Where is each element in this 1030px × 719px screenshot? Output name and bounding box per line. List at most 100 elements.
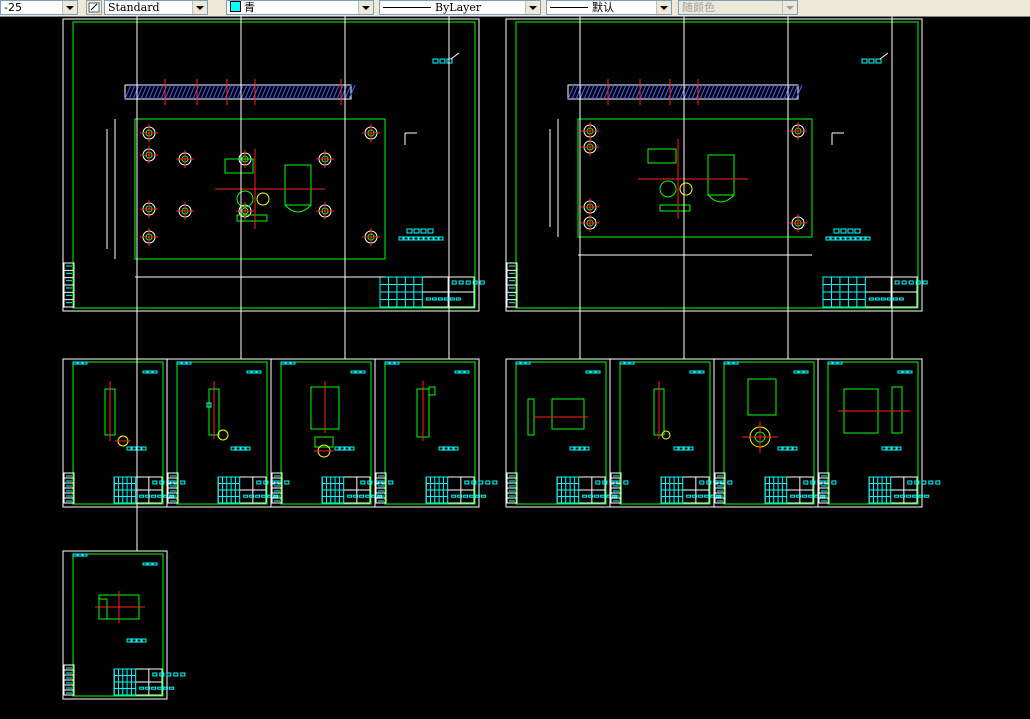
cad-rect bbox=[72, 21, 476, 309]
cad-rect bbox=[126, 446, 132, 451]
cad-rect bbox=[365, 494, 371, 498]
cad-rect bbox=[423, 236, 429, 241]
cad-rect bbox=[464, 370, 470, 374]
cad-rect bbox=[459, 370, 465, 374]
cad-rect bbox=[147, 370, 153, 374]
cad-rect bbox=[173, 672, 179, 677]
cad-rect bbox=[505, 18, 923, 312]
cad-rect bbox=[347, 494, 353, 498]
cad-rect bbox=[698, 494, 704, 498]
cad-rect bbox=[157, 686, 163, 690]
cad-rect bbox=[481, 494, 487, 498]
cad-rect bbox=[136, 446, 142, 451]
cad-rect bbox=[394, 361, 400, 365]
cad-line bbox=[879, 52, 889, 60]
cad-rect bbox=[747, 378, 777, 416]
cad-rect bbox=[453, 446, 459, 451]
cad-rect bbox=[699, 480, 705, 485]
cad-rect bbox=[270, 358, 376, 508]
cad-rect bbox=[619, 361, 625, 365]
properties-toolbar: -25 Standard 青 ByLayer 默认 随颜色 bbox=[0, 0, 1030, 17]
cad-rect bbox=[891, 386, 903, 434]
cad-rect bbox=[584, 446, 590, 451]
dimstyle-combo[interactable]: -25 bbox=[0, 0, 78, 15]
cad-rect bbox=[389, 361, 395, 365]
cad-rect bbox=[727, 480, 733, 485]
cad-rect bbox=[245, 446, 251, 451]
cad-rect bbox=[432, 58, 439, 64]
cad-rect bbox=[803, 480, 809, 485]
cad-rect bbox=[235, 446, 241, 451]
cad-line bbox=[450, 52, 460, 60]
cad-rect bbox=[892, 297, 898, 301]
plotstyle-combo[interactable]: 随颜色 bbox=[678, 0, 798, 15]
cad-rect bbox=[898, 297, 904, 301]
revision-strip bbox=[506, 472, 518, 504]
cad-rect bbox=[694, 370, 700, 374]
cad-rect bbox=[515, 21, 919, 309]
drawing-sheet bbox=[505, 16, 928, 312]
cad-rect bbox=[246, 370, 252, 374]
chevron-down-icon[interactable] bbox=[782, 1, 797, 14]
cad-rect bbox=[928, 480, 934, 485]
text-style-manager-button[interactable] bbox=[86, 0, 102, 15]
linetype-preview-icon bbox=[383, 7, 431, 8]
cad-rect bbox=[438, 446, 444, 451]
chevron-down-icon[interactable] bbox=[525, 1, 540, 14]
cad-rect bbox=[837, 361, 843, 365]
cad-circle bbox=[679, 182, 693, 196]
cad-rect bbox=[793, 370, 799, 374]
model-space-canvas[interactable] bbox=[0, 16, 1030, 719]
cad-rect bbox=[787, 446, 793, 451]
cad-rect bbox=[428, 236, 434, 241]
textstyle-combo[interactable]: Standard bbox=[104, 0, 208, 15]
cad-rect bbox=[891, 446, 897, 451]
cad-rect bbox=[82, 361, 88, 365]
cad-rect bbox=[398, 236, 404, 241]
chevron-down-icon[interactable] bbox=[656, 1, 671, 14]
cad-rect bbox=[629, 361, 635, 365]
drawing-sheet bbox=[62, 16, 186, 700]
cad-rect bbox=[469, 494, 475, 498]
cad-rect bbox=[464, 480, 470, 485]
cad-rect bbox=[388, 480, 394, 485]
chevron-down-icon[interactable] bbox=[192, 1, 207, 14]
revision-strip bbox=[610, 472, 622, 504]
cad-rect bbox=[874, 297, 880, 301]
cad-rect bbox=[151, 494, 157, 498]
color-combo[interactable]: 青 bbox=[226, 0, 374, 15]
cad-rect bbox=[728, 361, 734, 365]
cad-rect bbox=[845, 236, 851, 241]
cad-rect bbox=[334, 446, 340, 451]
cad-rect bbox=[843, 388, 879, 412]
cad-rect bbox=[449, 297, 455, 301]
cad-rect bbox=[344, 446, 350, 451]
lineweight-combo[interactable]: 默认 bbox=[546, 0, 672, 15]
plotstyle-value: 随颜色 bbox=[682, 1, 715, 14]
cad-rect bbox=[403, 236, 409, 241]
cad-rect bbox=[142, 370, 148, 374]
cad-rect bbox=[439, 58, 446, 64]
cad-rect bbox=[595, 370, 601, 374]
cad-rect bbox=[886, 446, 892, 451]
cad-rect bbox=[479, 280, 485, 285]
cad-rect bbox=[240, 446, 246, 451]
cad-rect bbox=[569, 446, 575, 451]
cad-rect bbox=[72, 361, 78, 365]
cad-rect bbox=[448, 446, 454, 451]
chevron-down-icon[interactable] bbox=[358, 1, 373, 14]
cad-rect bbox=[176, 361, 182, 365]
title-block bbox=[425, 476, 498, 504]
cad-rect bbox=[790, 494, 796, 498]
cad-rect bbox=[454, 370, 460, 374]
cad-rect bbox=[777, 446, 783, 451]
chevron-down-icon[interactable] bbox=[62, 1, 77, 14]
cad-rect bbox=[82, 553, 88, 557]
cad-rect bbox=[624, 361, 630, 365]
cad-rect bbox=[600, 494, 606, 498]
drawing-sheet bbox=[62, 16, 485, 312]
cad-rect bbox=[350, 370, 356, 374]
linetype-combo[interactable]: ByLayer bbox=[379, 0, 541, 15]
cad-rect bbox=[359, 494, 365, 498]
cad-rect bbox=[284, 164, 312, 206]
